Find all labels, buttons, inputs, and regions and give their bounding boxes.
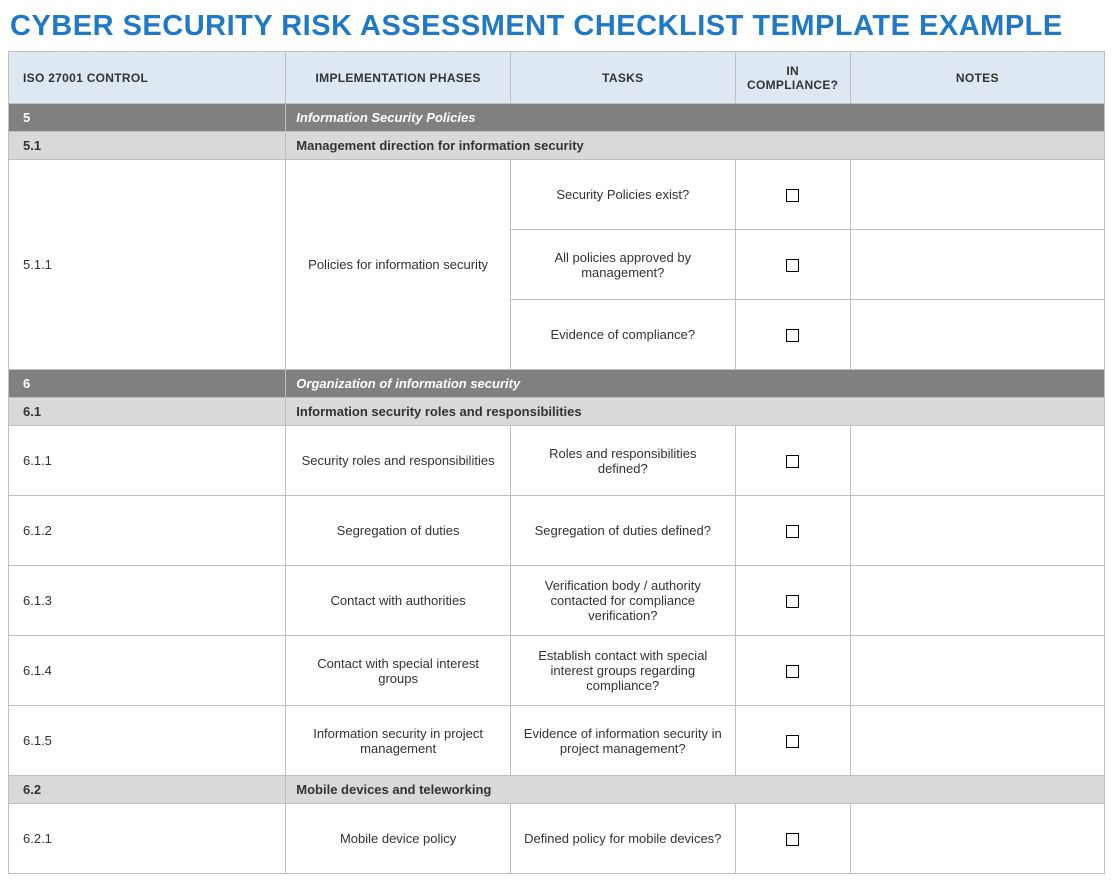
implementation-phase: Mobile device policy: [286, 804, 511, 874]
col-tasks: TASKS: [510, 52, 735, 104]
compliance-cell: [735, 300, 850, 370]
implementation-phase: Segregation of duties: [286, 496, 511, 566]
implementation-phase: Contact with special interest groups: [286, 636, 511, 706]
notes-cell[interactable]: [850, 706, 1104, 776]
section-id: 6: [9, 370, 286, 398]
implementation-phase: Information security in project manageme…: [286, 706, 511, 776]
header-row: ISO 27001 CONTROL IMPLEMENTATION PHASES …: [9, 52, 1105, 104]
control-id: 6.2.1: [9, 804, 286, 874]
notes-cell[interactable]: [850, 566, 1104, 636]
compliance-cell: [735, 566, 850, 636]
control-id: 6.1.2: [9, 496, 286, 566]
task-text: Defined policy for mobile devices?: [510, 804, 735, 874]
task-text: Roles and responsibilities defined?: [510, 426, 735, 496]
notes-cell[interactable]: [850, 230, 1104, 300]
task-text: Establish contact with special interest …: [510, 636, 735, 706]
implementation-phase: Policies for information security: [286, 160, 511, 370]
control-id: 6.1.5: [9, 706, 286, 776]
compliance-checkbox[interactable]: [786, 595, 799, 608]
col-iso-control: ISO 27001 CONTROL: [9, 52, 286, 104]
compliance-cell: [735, 636, 850, 706]
col-implementation-phases: IMPLEMENTATION PHASES: [286, 52, 511, 104]
task-text: Segregation of duties defined?: [510, 496, 735, 566]
table-row: 6.1.3Contact with authoritiesVerificatio…: [9, 566, 1105, 636]
task-text: Evidence of information security in proj…: [510, 706, 735, 776]
table-row: 6.1.1Security roles and responsibilities…: [9, 426, 1105, 496]
section-header-row: 6Organization of information security: [9, 370, 1105, 398]
notes-cell[interactable]: [850, 636, 1104, 706]
compliance-checkbox[interactable]: [786, 259, 799, 272]
section-header-row: 5Information Security Policies: [9, 104, 1105, 132]
subsection-header-row: 6.1Information security roles and respon…: [9, 398, 1105, 426]
subsection-header-row: 5.1Management direction for information …: [9, 132, 1105, 160]
compliance-cell: [735, 804, 850, 874]
section-id: 5: [9, 104, 286, 132]
compliance-cell: [735, 706, 850, 776]
section-label: Information Security Policies: [286, 104, 1105, 132]
notes-cell[interactable]: [850, 804, 1104, 874]
col-in-compliance: IN COMPLIANCE?: [735, 52, 850, 104]
compliance-checkbox[interactable]: [786, 525, 799, 538]
compliance-checkbox[interactable]: [786, 189, 799, 202]
section-id: 6.2: [9, 776, 286, 804]
task-text: All policies approved by management?: [510, 230, 735, 300]
task-text: Evidence of compliance?: [510, 300, 735, 370]
compliance-cell: [735, 426, 850, 496]
section-id: 6.1: [9, 398, 286, 426]
notes-cell[interactable]: [850, 426, 1104, 496]
compliance-checkbox[interactable]: [786, 455, 799, 468]
control-id: 6.1.1: [9, 426, 286, 496]
page-title: CYBER SECURITY RISK ASSESSMENT CHECKLIST…: [10, 10, 1105, 43]
table-row: 6.1.4Contact with special interest group…: [9, 636, 1105, 706]
control-id: 5.1.1: [9, 160, 286, 370]
section-label: Organization of information security: [286, 370, 1105, 398]
section-id: 5.1: [9, 132, 286, 160]
notes-cell[interactable]: [850, 300, 1104, 370]
table-row: 5.1.1Policies for information securitySe…: [9, 160, 1105, 230]
compliance-cell: [735, 496, 850, 566]
compliance-checkbox[interactable]: [786, 665, 799, 678]
implementation-phase: Contact with authorities: [286, 566, 511, 636]
col-notes: NOTES: [850, 52, 1104, 104]
subsection-header-row: 6.2Mobile devices and teleworking: [9, 776, 1105, 804]
table-row: 6.1.2Segregation of dutiesSegregation of…: [9, 496, 1105, 566]
control-id: 6.1.4: [9, 636, 286, 706]
section-label: Mobile devices and teleworking: [286, 776, 1105, 804]
checklist-table: ISO 27001 CONTROL IMPLEMENTATION PHASES …: [8, 51, 1105, 874]
section-label: Management direction for information sec…: [286, 132, 1105, 160]
notes-cell[interactable]: [850, 160, 1104, 230]
compliance-checkbox[interactable]: [786, 833, 799, 846]
compliance-checkbox[interactable]: [786, 329, 799, 342]
section-label: Information security roles and responsib…: [286, 398, 1105, 426]
table-row: 6.1.5Information security in project man…: [9, 706, 1105, 776]
notes-cell[interactable]: [850, 496, 1104, 566]
compliance-checkbox[interactable]: [786, 735, 799, 748]
task-text: Verification body / authority contacted …: [510, 566, 735, 636]
table-row: 6.2.1Mobile device policyDefined policy …: [9, 804, 1105, 874]
implementation-phase: Security roles and responsibilities: [286, 426, 511, 496]
control-id: 6.1.3: [9, 566, 286, 636]
task-text: Security Policies exist?: [510, 160, 735, 230]
compliance-cell: [735, 230, 850, 300]
compliance-cell: [735, 160, 850, 230]
